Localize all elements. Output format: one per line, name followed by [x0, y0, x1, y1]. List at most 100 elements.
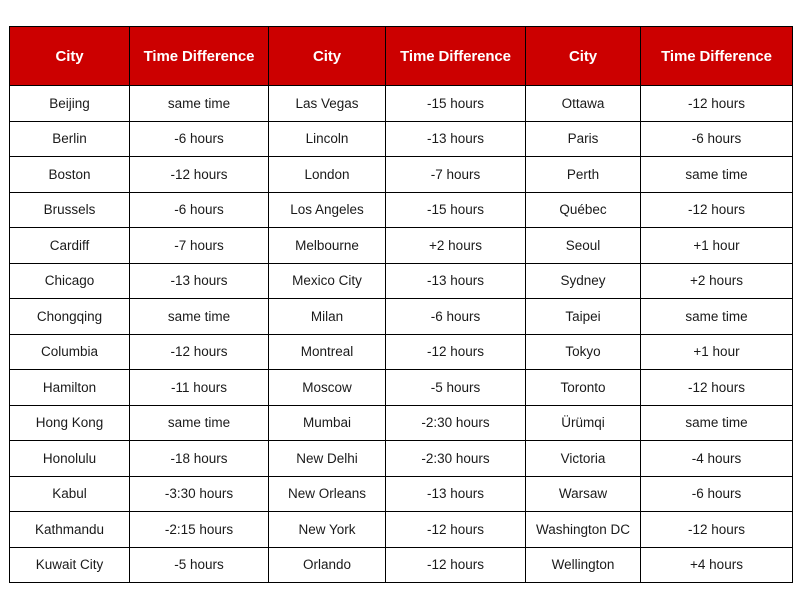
time-difference-cell: -6 hours	[640, 121, 793, 157]
city-cell: Moscow	[268, 369, 386, 406]
time-difference-cell: +2 hours	[640, 263, 793, 299]
city-cell: London	[268, 156, 386, 193]
time-difference-cell: -11 hours	[129, 369, 269, 406]
city-cell: Boston	[9, 156, 130, 193]
city-cell: Melbourne	[268, 227, 386, 264]
table-row: Berlin -6 hours Lincoln -13 hours Paris -6 ho…	[9, 121, 793, 157]
city-cell: Orlando	[268, 547, 386, 583]
time-difference-cell: -12 hours	[129, 156, 269, 193]
time-difference-cell: +1 hour	[640, 227, 793, 264]
city-cell: Taipei	[525, 298, 641, 335]
city-cell: Sydney	[525, 263, 641, 299]
city-cell: Ottawa	[525, 85, 641, 122]
table-body: Beijing same time Las Vegas -15 hours Ottawa…	[9, 85, 793, 583]
table-row: Columbia -12 hours Montreal -12 hours Tokyo +…	[9, 334, 793, 370]
city-cell: New York	[268, 511, 386, 548]
city-cell: Paris	[525, 121, 641, 157]
time-difference-cell: -2:30 hours	[385, 440, 526, 477]
city-cell: Chicago	[9, 263, 130, 299]
city-cell: Kuwait City	[9, 547, 130, 583]
column-header-city-1: City	[9, 26, 130, 86]
city-cell: Beijing	[9, 85, 130, 122]
column-header-time-difference-3: Time Difference	[640, 26, 793, 86]
time-difference-cell: -13 hours	[129, 263, 269, 299]
time-difference-cell: -5 hours	[129, 547, 269, 583]
table-header: City Time Difference City Time Differenc…	[9, 26, 793, 86]
time-difference-cell: same time	[129, 85, 269, 122]
table-row: Hong Kong same time Mumbai -2:30 hours Ürümq…	[9, 405, 793, 441]
time-difference-cell: -6 hours	[129, 121, 269, 157]
city-cell: Columbia	[9, 334, 130, 370]
table-row: Hamilton -11 hours Moscow -5 hours Toronto -1…	[9, 369, 793, 406]
city-cell: Warsaw	[525, 476, 641, 512]
city-cell: Honolulu	[9, 440, 130, 477]
table-row: Brussels -6 hours Los Angeles -15 hours Québ…	[9, 192, 793, 228]
time-difference-cell: -13 hours	[385, 476, 526, 512]
time-difference-cell: -2:15 hours	[129, 511, 269, 548]
city-cell: Hong Kong	[9, 405, 130, 441]
time-difference-table-container: City Time Difference City Time Differenc…	[9, 26, 793, 583]
city-cell: Toronto	[525, 369, 641, 406]
city-cell: Wellington	[525, 547, 641, 583]
city-cell: Mumbai	[268, 405, 386, 441]
time-difference-cell: -13 hours	[385, 121, 526, 157]
city-cell: Tokyo	[525, 334, 641, 370]
city-cell: Montreal	[268, 334, 386, 370]
table-row: Cardiff -7 hours Melbourne +2 hours Seoul +1 …	[9, 227, 793, 264]
city-cell: Cardiff	[9, 227, 130, 264]
city-cell: Ürümqi	[525, 405, 641, 441]
table-row: Kathmandu -2:15 hours New York -12 hours Was…	[9, 511, 793, 548]
time-difference-table: City Time Difference City Time Differenc…	[9, 26, 793, 583]
time-difference-cell: same time	[640, 405, 793, 441]
time-difference-cell: -4 hours	[640, 440, 793, 477]
city-cell: Victoria	[525, 440, 641, 477]
time-difference-cell: -15 hours	[385, 192, 526, 228]
time-difference-cell: -12 hours	[640, 85, 793, 122]
city-cell: Lincoln	[268, 121, 386, 157]
time-difference-cell: -6 hours	[385, 298, 526, 335]
city-cell: Chongqing	[9, 298, 130, 335]
city-cell: Mexico City	[268, 263, 386, 299]
time-difference-cell: -6 hours	[129, 192, 269, 228]
city-cell: Washington DC	[525, 511, 641, 548]
table-row: Kuwait City -5 hours Orlando -12 hours Welli…	[9, 547, 793, 583]
time-difference-cell: -7 hours	[385, 156, 526, 193]
time-difference-cell: same time	[640, 298, 793, 335]
time-difference-cell: +4 hours	[640, 547, 793, 583]
time-difference-cell: -12 hours	[385, 547, 526, 583]
table-row: Boston -12 hours London -7 hours Perth same t…	[9, 156, 793, 193]
city-cell: Las Vegas	[268, 85, 386, 122]
time-difference-cell: same time	[129, 405, 269, 441]
time-difference-cell: -5 hours	[385, 369, 526, 406]
city-cell: Québec	[525, 192, 641, 228]
city-cell: Kathmandu	[9, 511, 130, 548]
time-difference-cell: -6 hours	[640, 476, 793, 512]
time-difference-cell: -2:30 hours	[385, 405, 526, 441]
time-difference-cell: same time	[640, 156, 793, 193]
time-difference-cell: -12 hours	[129, 334, 269, 370]
time-difference-cell: -7 hours	[129, 227, 269, 264]
time-difference-cell: +2 hours	[385, 227, 526, 264]
time-difference-cell: -15 hours	[385, 85, 526, 122]
time-difference-cell: same time	[129, 298, 269, 335]
city-cell: Brussels	[9, 192, 130, 228]
header-row: City Time Difference City Time Differenc…	[9, 26, 793, 86]
city-cell: Perth	[525, 156, 641, 193]
city-cell: New Orleans	[268, 476, 386, 512]
city-cell: Berlin	[9, 121, 130, 157]
column-header-city-3: City	[525, 26, 641, 86]
city-cell: Los Angeles	[268, 192, 386, 228]
column-header-city-2: City	[268, 26, 386, 86]
city-cell: Kabul	[9, 476, 130, 512]
table-row: Beijing same time Las Vegas -15 hours Ottawa…	[9, 85, 793, 122]
time-difference-cell: -12 hours	[640, 369, 793, 406]
time-difference-cell: -13 hours	[385, 263, 526, 299]
time-difference-cell: -12 hours	[640, 511, 793, 548]
table-row: Chicago -13 hours Mexico City -13 hours Sydn…	[9, 263, 793, 299]
column-header-time-difference-2: Time Difference	[385, 26, 526, 86]
table-row: Chongqing same time Milan -6 hours Taipei sam…	[9, 298, 793, 335]
city-cell: Hamilton	[9, 369, 130, 406]
time-difference-cell: -12 hours	[385, 511, 526, 548]
city-cell: Seoul	[525, 227, 641, 264]
time-difference-cell: -3:30 hours	[129, 476, 269, 512]
